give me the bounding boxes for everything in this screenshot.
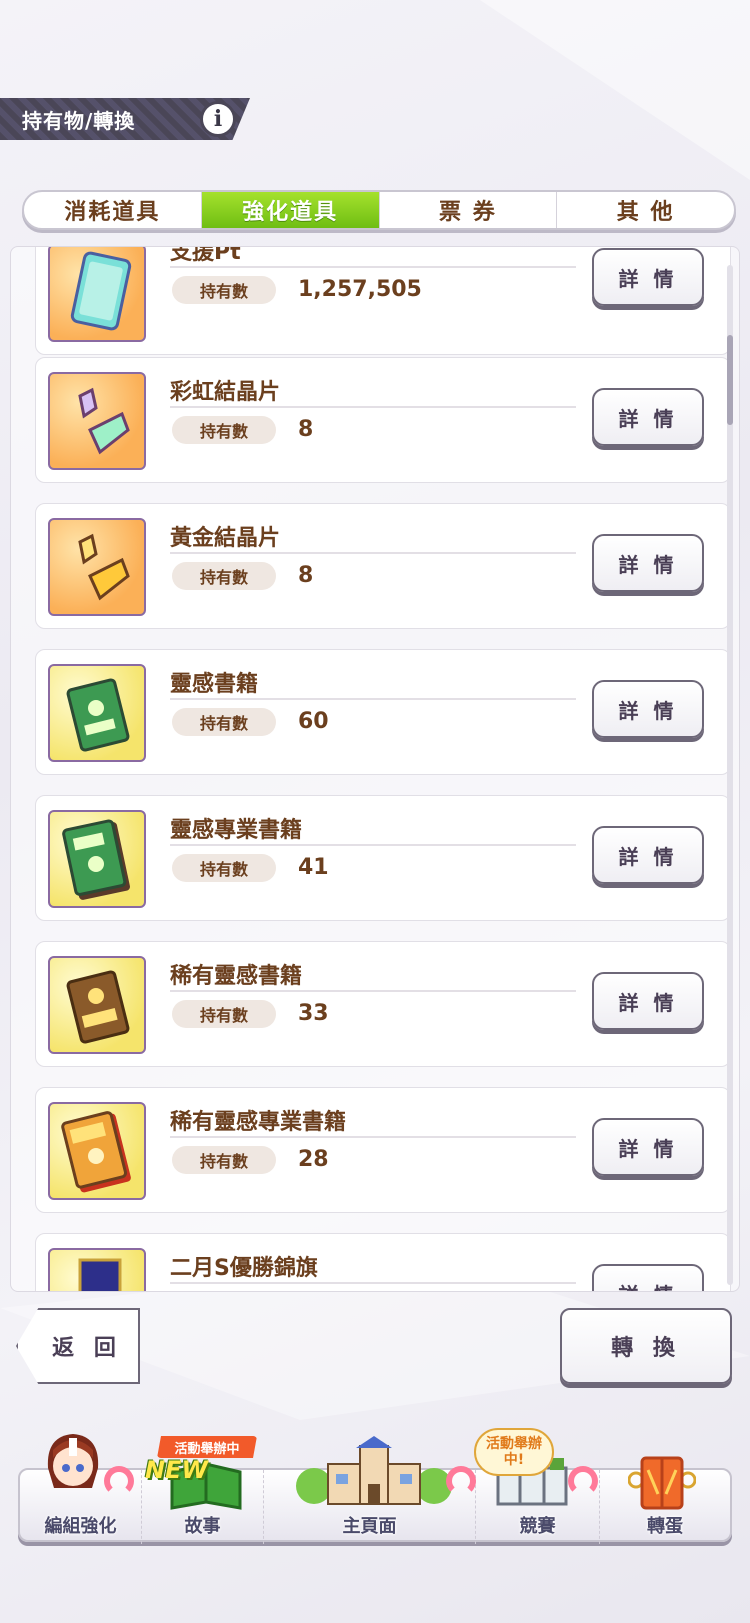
detail-button[interactable]: 詳 情 — [592, 1118, 704, 1176]
own-count: 8 — [298, 417, 314, 442]
list-item: 支援Pt 持有數 1,257,505 詳 情 — [35, 246, 731, 355]
horseshoe-icon — [446, 1466, 476, 1496]
own-count: 41 — [298, 855, 329, 880]
divider — [170, 266, 576, 268]
scrollbar-thumb[interactable] — [727, 335, 733, 425]
horseshoe-icon — [568, 1466, 598, 1496]
back-button[interactable]: 返 回 — [16, 1308, 140, 1384]
divider — [170, 844, 576, 846]
nav-label: 編組強化 — [44, 1516, 117, 1537]
divider — [170, 1282, 576, 1284]
own-label: 持有數 — [172, 854, 276, 882]
convert-button[interactable]: 轉 換 — [560, 1308, 732, 1384]
item-list[interactable]: 支援Pt 持有數 1,257,505 詳 情 彩虹結晶片 持有數 8 詳 情 黃… — [10, 246, 740, 1292]
detail-button[interactable]: 詳 情 — [592, 826, 704, 884]
convert-label: 轉 換 — [611, 1336, 681, 1361]
tab-tickets[interactable]: 票 券 — [380, 192, 558, 228]
nav-label: 轉蛋 — [647, 1516, 683, 1537]
item-name: 稀有靈感書籍 — [170, 964, 303, 989]
own-count: 28 — [298, 1147, 329, 1172]
list-item: 稀有靈感書籍 持有數 33 詳 情 — [35, 941, 731, 1067]
divider — [170, 990, 576, 992]
own-label: 持有數 — [172, 708, 276, 736]
list-item: 靈感書籍 持有數 60 詳 情 — [35, 649, 731, 775]
school-building-icon — [296, 1436, 452, 1505]
list-item: 二月S優勝錦旗 詳 情 — [35, 1233, 731, 1291]
item-name: 靈感專業書籍 — [170, 818, 303, 843]
tab-consumables[interactable]: 消耗道具 — [24, 192, 202, 228]
event-ongoing-badge: 活動舉辦中! — [474, 1428, 554, 1476]
nav-label: 主頁面 — [342, 1516, 397, 1537]
own-label: 持有數 — [172, 276, 276, 304]
detail-button[interactable]: 詳 情 — [592, 1264, 704, 1291]
own-count: 1,257,505 — [298, 277, 422, 302]
own-count: 60 — [298, 709, 329, 734]
list-item: 稀有靈感專業書籍 持有數 28 詳 情 — [35, 1087, 731, 1213]
rainbow-crystal-shard-icon — [48, 372, 146, 470]
item-name: 支援Pt — [170, 246, 241, 265]
own-label: 持有數 — [172, 1146, 276, 1174]
list-item: 彩虹結晶片 持有數 8 詳 情 — [35, 357, 731, 483]
divider — [170, 698, 576, 700]
horseshoe-icon — [104, 1466, 134, 1496]
own-label: 持有數 — [172, 562, 276, 590]
divider — [170, 552, 576, 554]
rare-inspiration-pro-book-icon — [48, 1102, 146, 1200]
item-name: 靈感書籍 — [170, 672, 259, 697]
category-tabs: 消耗道具 強化道具 票 券 其 他 — [22, 190, 736, 230]
rare-inspiration-book-icon — [48, 956, 146, 1054]
info-button[interactable]: i — [200, 101, 236, 137]
nav-label: 故事 — [184, 1516, 221, 1537]
own-label: 持有數 — [172, 1000, 276, 1028]
gacha-door-icon — [628, 1456, 696, 1510]
divider — [170, 1136, 576, 1138]
item-name: 二月S優勝錦旗 — [170, 1256, 318, 1281]
own-count: 8 — [298, 563, 314, 588]
detail-button[interactable]: 詳 情 — [592, 680, 704, 738]
detail-button[interactable]: 詳 情 — [592, 534, 704, 592]
character-avatar-icon — [47, 1434, 99, 1488]
background-shard — [480, 0, 750, 180]
tab-others[interactable]: 其 他 — [557, 192, 734, 228]
own-label: 持有數 — [172, 416, 276, 444]
tab-enhancement-items[interactable]: 強化道具 — [201, 192, 380, 228]
nav-label: 競賽 — [519, 1516, 556, 1537]
support-pt-card-icon — [48, 247, 146, 342]
item-name: 黃金結晶片 — [170, 526, 281, 551]
back-label: 返 回 — [52, 1336, 122, 1361]
list-item: 靈感專業書籍 持有數 41 詳 情 — [35, 795, 731, 921]
pennant-icon — [48, 1248, 146, 1291]
item-name: 彩虹結晶片 — [170, 380, 281, 405]
event-ongoing-badge: 活動舉辦中 — [157, 1436, 257, 1458]
detail-button[interactable]: 詳 情 — [592, 248, 704, 306]
item-name: 稀有靈感專業書籍 — [170, 1110, 347, 1135]
new-badge: NEW — [145, 1456, 208, 1484]
detail-button[interactable]: 詳 情 — [592, 972, 704, 1030]
detail-button[interactable]: 詳 情 — [592, 388, 704, 446]
list-item: 黃金結晶片 持有數 8 詳 情 — [35, 503, 731, 629]
own-count: 33 — [298, 1001, 329, 1026]
gold-crystal-shard-icon — [48, 518, 146, 616]
inspiration-book-icon — [48, 664, 146, 762]
inspiration-pro-book-icon — [48, 810, 146, 908]
divider — [170, 406, 576, 408]
page-title: 持有物/轉換 — [22, 108, 136, 133]
info-icon: i — [213, 106, 223, 132]
